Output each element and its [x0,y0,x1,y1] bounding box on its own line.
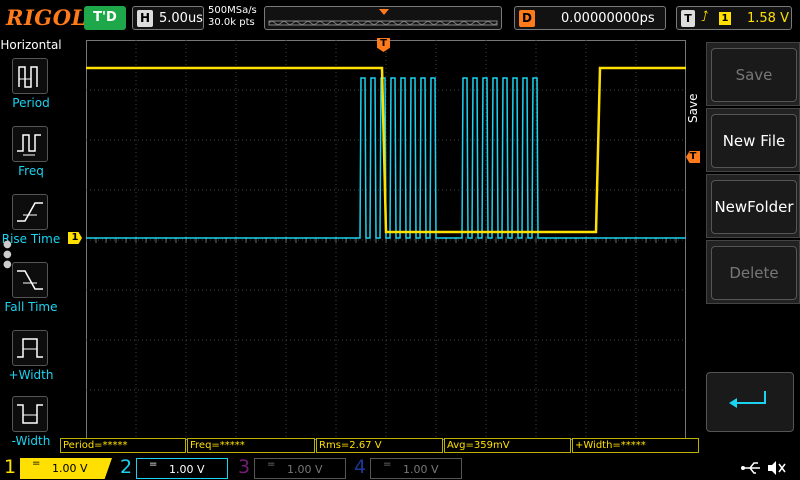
trigger-source: 1 [719,12,731,25]
trigger-status-badge: T'D [84,6,126,30]
brand-logo: RIGOL [6,5,87,30]
measure-positive-width-item[interactable]: +Width [0,328,62,388]
measurement-freq[interactable]: Freq=***** [187,438,315,453]
menu-title: Horizontal [0,38,62,52]
sample-rate: 500MSa/s [208,5,257,16]
new-file-button[interactable]: New File [706,108,800,172]
timebase-value: 5.00us [159,11,203,26]
channel-scale: 1.00 V [403,463,439,476]
delete-button[interactable]: Delete [706,240,800,304]
waveform-display[interactable] [86,40,686,440]
channel-number: 1 [4,456,17,478]
channel-4-control[interactable]: 4 = 1.00 V [350,455,466,480]
measure-period-item[interactable]: Period [0,56,62,116]
channel-2-control[interactable]: 2 = 1.00 V [116,455,234,480]
channel-number: 3 [238,456,251,478]
measure-freq-item[interactable]: Freq [0,124,62,184]
trigger-readout[interactable]: T ⭜ 1 1.58 V [676,6,792,30]
measure-fall-time-item[interactable]: Fall Time [0,260,62,320]
positive-width-icon [12,330,48,366]
channel-1-offset-marker[interactable]: 1 [68,232,82,244]
fall-time-icon [12,262,48,298]
channel-number: 4 [354,456,367,478]
save-button-label: Save [711,48,797,102]
menu-label: +Width [8,368,54,382]
channel-scale: 1.00 V [52,462,88,475]
coupling-icon: = [149,459,158,470]
trigger-key: T [681,10,695,27]
sampling-info: 500MSa/s 30.0k pts [208,5,257,29]
new-folder-button-label: NewFolder [711,180,797,234]
measurement-period[interactable]: Period=***** [60,438,186,453]
horizontal-delay-readout[interactable]: D 0.00000000ps [514,6,666,30]
delay-key: D [519,10,535,27]
save-menu-title: Save [686,93,700,123]
memory-trigger-marker [379,9,389,15]
negative-width-icon [12,396,48,432]
usb-icon [741,462,760,474]
measure-negative-width-item[interactable]: -Width [0,394,62,454]
top-status-bar: RIGOL T'D H 5.00us 500MSa/s 30.0k pts D … [0,0,800,36]
measurement-bar: Period=***** Freq=***** Rms=2.67 V Avg=3… [60,438,700,454]
back-button-frame [706,372,794,432]
coupling-icon: = [267,459,276,470]
new-file-button-label: New File [711,114,797,168]
delay-value: 0.00000000ps [561,11,655,26]
memory-waveform-overview [264,6,502,30]
mute-icon [768,461,786,475]
coupling-icon: = [383,459,392,470]
coupling-icon: = [32,458,41,469]
channel-scale: 1.00 V [169,463,205,476]
trigger-level: 1.58 V [747,11,789,26]
frequency-icon [12,126,48,162]
timebase-key: H [137,10,153,27]
new-folder-button[interactable]: NewFolder [706,174,800,238]
channel-1-box: = 1.00 V [20,458,112,479]
channel-4-box: = 1.00 V [370,458,462,479]
menu-label: Fall Time [4,300,58,314]
measurement-avg[interactable]: Avg=359mV [444,438,571,453]
measurement-rms[interactable]: Rms=2.67 V [316,438,443,453]
timebase-readout[interactable]: H 5.00us [132,6,204,30]
return-arrow-icon [729,391,766,408]
period-icon [12,58,48,94]
channel-bar: 1 = 1.00 V 2 = 1.00 V 3 = 1.00 V 4 = 1.0… [0,455,800,480]
delete-button-label: Delete [711,246,797,300]
memory-depth: 30.0k pts [208,17,255,28]
back-button[interactable] [706,372,794,432]
channel-1-control[interactable]: 1 = 1.00 V [0,455,116,480]
channel-2-box: = 1.00 V [136,458,228,479]
measurement-pos-width[interactable]: +Width=***** [572,438,699,453]
menu-label: Period [12,96,50,110]
horizontal-measure-menu: Horizontal Period Freq Rise Time ● ● ● Fal… [0,38,62,452]
memory-overview-graphic [268,9,498,26]
rising-edge-icon: ⭜ [701,9,709,25]
status-icons [741,461,786,475]
menu-label: Freq [18,164,44,178]
rise-time-icon [12,194,48,230]
channel-number: 2 [120,456,133,478]
menu-label: -Width [11,434,51,448]
graticule [86,40,686,440]
channel-3-box: = 1.00 V [254,458,346,479]
channel-3-control[interactable]: 3 = 1.00 V [234,455,350,480]
save-button[interactable]: Save [706,42,800,106]
channel-scale: 1.00 V [287,463,323,476]
